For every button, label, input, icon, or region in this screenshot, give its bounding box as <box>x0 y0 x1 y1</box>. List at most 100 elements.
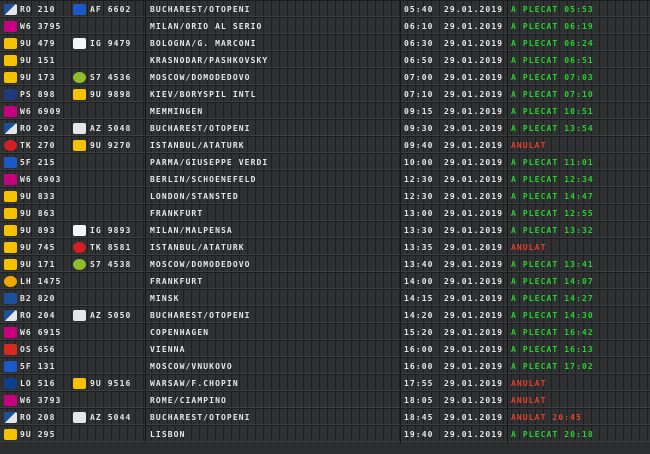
airline-logo-icon <box>4 191 17 202</box>
scheduled-time: 12:30 <box>404 175 434 184</box>
scheduled-time: 09:30 <box>404 124 434 133</box>
column-divider <box>507 188 508 205</box>
flight-number: RO 210 <box>20 5 56 14</box>
column-divider <box>507 239 508 256</box>
airline-logo-icon <box>4 21 17 32</box>
codeshare-number <box>90 426 142 443</box>
flight-date: 29.01.2019 <box>444 345 504 354</box>
column-divider <box>145 307 146 324</box>
codeshare-logo-icon <box>73 378 86 389</box>
flight-row: W6 6915 COPENHAGEN 15:20 29.01.2019 A PLECAT… <box>0 323 650 341</box>
codeshare-logo-icon <box>73 208 86 219</box>
codeshare-number: AZ 5050 <box>90 311 132 320</box>
scheduled-time: 05:40 <box>404 5 434 14</box>
flight-number: OS 656 <box>20 345 56 354</box>
flight-number: 9U 863 <box>20 209 56 218</box>
flight-number: 9U 893 <box>20 226 56 235</box>
flight-date: 29.01.2019 <box>444 5 504 14</box>
codeshare-number <box>90 171 142 188</box>
column-divider <box>400 239 401 256</box>
column-divider <box>507 426 508 443</box>
flight-number: RO 208 <box>20 413 56 422</box>
destination: LONDON/STANSTED <box>150 192 239 201</box>
column-divider <box>400 307 401 324</box>
airline-logo-icon <box>4 140 17 151</box>
flight-date: 29.01.2019 <box>444 209 504 218</box>
codeshare-number <box>90 103 142 120</box>
flight-status: A PLECAT 17:02 <box>511 362 594 371</box>
flight-number: W6 6915 <box>20 328 62 337</box>
scheduled-time: 15:20 <box>404 328 434 337</box>
airline-logo-icon <box>4 4 17 15</box>
flight-number: 9U 173 <box>20 73 56 82</box>
airline-logo-icon <box>4 208 17 219</box>
flight-status: A PLECAT 12:55 <box>511 209 594 218</box>
column-divider <box>145 273 146 290</box>
destination: MILAN/MALPENSA <box>150 226 233 235</box>
flight-status: A PLECAT 13:41 <box>511 260 594 269</box>
flight-row: 5F 131 MOSCOW/VNUKOVO 16:00 29.01.2019 A PLE… <box>0 357 650 375</box>
codeshare-number <box>90 273 142 290</box>
destination: VIENNA <box>150 345 186 354</box>
column-divider <box>507 341 508 358</box>
flight-number: 5F 131 <box>20 362 56 371</box>
airline-logo-icon <box>4 378 17 389</box>
column-divider <box>507 103 508 120</box>
destination: BUCHAREST/OTOPENI <box>150 124 251 133</box>
destination: MOSCOW/DOMODEDOVO <box>150 260 251 269</box>
flight-date: 29.01.2019 <box>444 90 504 99</box>
flight-date: 29.01.2019 <box>444 260 504 269</box>
codeshare-number <box>90 341 142 358</box>
flight-row: 9U 479 IG 9479 BOLOGNA/G. MARCONI 06:30 29.0… <box>0 34 650 52</box>
column-divider <box>400 69 401 86</box>
codeshare-logo-icon <box>73 174 86 185</box>
codeshare-number <box>90 18 142 35</box>
column-divider <box>400 426 401 443</box>
codeshare-logo-icon <box>73 89 86 100</box>
column-divider <box>145 375 146 392</box>
flight-status: ANULAT <box>511 141 547 150</box>
scheduled-time: 13:40 <box>404 260 434 269</box>
flight-status: A PLECAT 11:01 <box>511 158 594 167</box>
codeshare-number: 9U 9270 <box>90 141 132 150</box>
column-divider <box>145 103 146 120</box>
flight-row: 9U 173 S7 4536 MOSCOW/DOMODEDOVO 07:00 29.01… <box>0 68 650 86</box>
flight-date: 29.01.2019 <box>444 175 504 184</box>
codeshare-number <box>90 154 142 171</box>
codeshare-number <box>90 290 142 307</box>
flight-row: 9U 893 IG 9893 MILAN/MALPENSA 13:30 29.01.20… <box>0 221 650 239</box>
flight-number: W6 3795 <box>20 22 62 31</box>
flight-date: 29.01.2019 <box>444 73 504 82</box>
flight-status: A PLECAT 14:27 <box>511 294 594 303</box>
flight-date: 29.01.2019 <box>444 396 504 405</box>
column-divider <box>507 256 508 273</box>
column-divider <box>145 120 146 137</box>
flight-row: 9U 295 LISBON 19:40 29.01.2019 A PLECAT 20:1… <box>0 425 650 443</box>
column-divider <box>145 222 146 239</box>
codeshare-logo-icon <box>73 310 86 321</box>
column-divider <box>145 358 146 375</box>
flight-number: B2 820 <box>20 294 56 303</box>
codeshare-logo-icon <box>73 395 86 406</box>
column-divider <box>400 103 401 120</box>
destination: BUCHAREST/OTOPENI <box>150 5 251 14</box>
flight-number: LH 1475 <box>20 277 62 286</box>
flight-status: A PLECAT 07:10 <box>511 90 594 99</box>
codeshare-logo-icon <box>73 21 86 32</box>
column-divider <box>400 358 401 375</box>
column-divider <box>507 273 508 290</box>
flight-row: TK 270 9U 9270 ISTANBUL/ATATURK 09:40 29.01.… <box>0 136 650 154</box>
scheduled-time: 12:30 <box>404 192 434 201</box>
column-divider <box>507 52 508 69</box>
flight-status: ANULAT 20:45 <box>511 413 582 422</box>
scheduled-time: 14:00 <box>404 277 434 286</box>
airline-logo-icon <box>4 55 17 66</box>
destination: PARMA/GIUSEPPE VERDI <box>150 158 269 167</box>
column-divider <box>507 137 508 154</box>
column-divider <box>507 35 508 52</box>
flight-date: 29.01.2019 <box>444 141 504 150</box>
flight-date: 29.01.2019 <box>444 379 504 388</box>
column-divider <box>507 86 508 103</box>
flight-row: RO 210 AF 6602 BUCHAREST/OTOPENI 05:40 29.01… <box>0 0 650 18</box>
destination: KIEV/BORYSPIL INTL <box>150 90 257 99</box>
